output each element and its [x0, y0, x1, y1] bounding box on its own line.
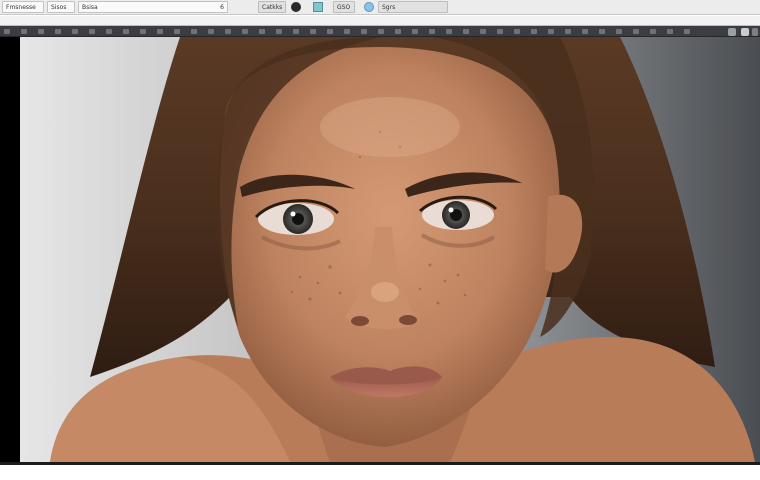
toolbar-field-3[interactable]: Bsisa 6 [78, 1, 228, 13]
ruler-tick [531, 29, 537, 34]
ruler-tick [378, 29, 384, 34]
toolbar-field-2-label: Sisos [51, 3, 67, 11]
toolbar-button-1-label: Catkks [262, 3, 283, 11]
toolbar-button-2[interactable]: GSO [333, 1, 355, 13]
ruler-tick [293, 29, 299, 34]
blue-circle-icon[interactable] [364, 2, 374, 12]
ruler-tick [395, 29, 401, 34]
ruler-tick [429, 29, 435, 34]
ruler-tick [4, 29, 10, 34]
minimize-icon[interactable] [728, 28, 736, 36]
toolbar-field-2[interactable]: Sisos [47, 1, 75, 13]
ruler-tick [140, 29, 146, 34]
ruler-tick [514, 29, 520, 34]
ruler-tick [463, 29, 469, 34]
toolbar-field-1[interactable]: Fmsnesse [2, 1, 44, 13]
ruler-tick [497, 29, 503, 34]
ruler-tick [599, 29, 605, 34]
ruler-tick [123, 29, 129, 34]
ruler-tick [344, 29, 350, 34]
ruler-tick [667, 29, 673, 34]
ruler-tick [89, 29, 95, 34]
ruler-tick [565, 29, 571, 34]
toolbar-button-2-label: GSO [337, 3, 351, 11]
ruler-tick [21, 29, 27, 34]
ruler-tick [446, 29, 452, 34]
toolbar-field-3-label: Bsisa [82, 3, 98, 11]
ruler-ticks [0, 29, 710, 35]
ruler-tick [106, 29, 112, 34]
close-icon[interactable] [752, 28, 758, 36]
top-toolbar: Fmsnesse Sisos Bsisa 6 Catkks GSO Sgrs [0, 0, 760, 15]
ruler-tick [157, 29, 163, 34]
ruler-tick [582, 29, 588, 34]
ruler-tick [174, 29, 180, 34]
ruler-tick [242, 29, 248, 34]
ruler-tick [361, 29, 367, 34]
teal-square-icon[interactable] [313, 2, 323, 12]
ruler-tick [310, 29, 316, 34]
ruler-tick [208, 29, 214, 34]
ruler-tick [616, 29, 622, 34]
secondary-strip [0, 16, 760, 25]
ruler-tick [633, 29, 639, 34]
ruler-tick [72, 29, 78, 34]
ruler-tick [480, 29, 486, 34]
ruler-tick [412, 29, 418, 34]
maximize-icon[interactable] [741, 28, 749, 36]
footer-area [0, 465, 760, 480]
toolbar-field-1-label: Fmsnesse [6, 3, 36, 11]
ruler-tick [684, 29, 690, 34]
ruler-tick [191, 29, 197, 34]
ruler-tick [38, 29, 44, 34]
toolbar-button-3-label: Sgrs [382, 3, 396, 11]
ruler-tick [225, 29, 231, 34]
ruler-tick [650, 29, 656, 34]
ruler-tick [259, 29, 265, 34]
dark-circle-icon[interactable] [291, 2, 301, 12]
toolbar-button-3[interactable]: Sgrs [378, 1, 448, 13]
toolbar-field-3-suffix: 6 [220, 3, 224, 11]
portrait-photo [0, 37, 760, 462]
ruler-tick [327, 29, 333, 34]
image-canvas[interactable] [0, 37, 760, 462]
ruler-tick [55, 29, 61, 34]
ruler-tick [276, 29, 282, 34]
toolbar-button-1[interactable]: Catkks [258, 1, 286, 13]
ruler-tick [548, 29, 554, 34]
